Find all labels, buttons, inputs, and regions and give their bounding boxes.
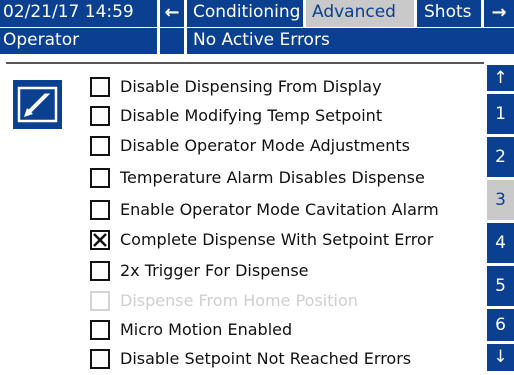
active-errors-status: No Active Errors: [187, 28, 514, 54]
prev-tab-button[interactable]: ←: [160, 0, 184, 27]
checkbox[interactable]: [90, 261, 110, 281]
edit-button[interactable]: [13, 80, 62, 129]
arrow-right-icon: →: [491, 2, 507, 23]
page-4-button[interactable]: 4: [487, 223, 514, 263]
option-label: Complete Dispense With Setpoint Error: [120, 230, 434, 249]
option-label: Disable Setpoint Not Reached Errors: [120, 349, 412, 368]
option-label: Temperature Alarm Disables Dispense: [120, 168, 425, 187]
checkmark-x-icon: [93, 233, 107, 247]
checkbox[interactable]: [90, 77, 110, 97]
page-3-button[interactable]: 3: [487, 180, 514, 220]
checkbox[interactable]: [90, 168, 110, 188]
arrow-up-icon: ↑: [493, 68, 508, 88]
checkbox-checked[interactable]: [90, 230, 110, 250]
page-5-button[interactable]: 5: [487, 266, 514, 306]
tab-conditioning[interactable]: Conditioning: [187, 0, 303, 27]
checkbox[interactable]: [90, 106, 110, 126]
checkbox[interactable]: [90, 200, 110, 220]
status-spacer: [160, 28, 184, 54]
mode-label: Operator: [0, 28, 157, 54]
option-label: Disable Dispensing From Display: [120, 77, 382, 96]
checkbox-disabled: [90, 291, 110, 311]
datetime: 02/21/17 14:59: [0, 0, 157, 27]
page-1-button[interactable]: 1: [487, 94, 514, 134]
option-label: 2x Trigger For Dispense: [120, 261, 309, 280]
tab-advanced[interactable]: Advanced: [306, 0, 414, 27]
checkbox[interactable]: [90, 349, 110, 369]
page-up-button[interactable]: ↑: [487, 65, 514, 91]
option-label: Enable Operator Mode Cavitation Alarm: [120, 200, 439, 219]
option-label: Micro Motion Enabled: [120, 320, 293, 339]
option-label: Dispense From Home Position: [120, 291, 358, 310]
next-tab-button[interactable]: →: [484, 0, 514, 27]
option-label: Disable Operator Mode Adjustments: [120, 136, 411, 155]
page-down-button[interactable]: ↓: [487, 344, 514, 371]
checkbox[interactable]: [90, 320, 110, 340]
page-6-button[interactable]: 6: [487, 309, 514, 341]
page-2-button[interactable]: 2: [487, 137, 514, 177]
checkbox[interactable]: [90, 136, 110, 156]
edit-icon: [17, 86, 58, 123]
tab-shots[interactable]: Shots: [417, 0, 481, 27]
status-bar: Operator No Active Errors: [0, 28, 514, 54]
arrow-left-icon: ←: [164, 2, 180, 23]
arrow-down-icon: ↓: [493, 347, 508, 367]
header-bar: 02/21/17 14:59 ← Conditioning Advanced S…: [0, 0, 514, 27]
option-label: Disable Modifying Temp Setpoint: [120, 106, 383, 125]
